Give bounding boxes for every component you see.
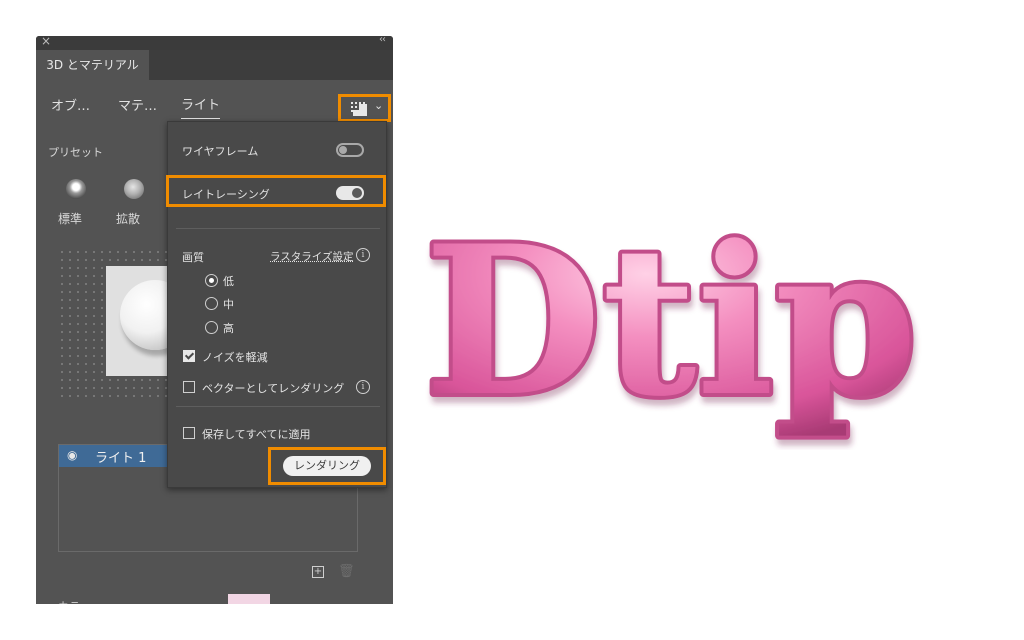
tab-lighting[interactable]: ライト [181, 94, 221, 119]
preset-diffuse-label: 拡散 [116, 212, 141, 226]
raytracing-highlight [166, 175, 386, 207]
noise-reduction-checkbox[interactable] [183, 350, 195, 362]
info-icon[interactable]: i [356, 248, 370, 262]
render-settings-button[interactable]: ⌄ [338, 94, 391, 122]
render-button[interactable]: レンダリング [283, 456, 371, 476]
tab-3d-materials[interactable]: 3D とマテリアル [36, 50, 149, 80]
preset-standard-icon[interactable] [66, 179, 86, 199]
eye-icon[interactable]: ◉ [67, 448, 77, 462]
preset-standard-label: 標準 [58, 212, 83, 226]
quality-medium-label: 中 [223, 298, 234, 311]
save-apply-all-checkbox[interactable] [183, 427, 195, 439]
save-apply-all-label: 保存してすべてに適用 [202, 428, 311, 441]
tab-materials[interactable]: マテ… [118, 94, 157, 120]
quality-high-label: 高 [223, 322, 234, 335]
tab-object[interactable]: オブ… [51, 94, 90, 120]
quality-low-radio[interactable] [205, 274, 218, 287]
render-icon [351, 102, 367, 116]
wireframe-toggle[interactable] [336, 143, 364, 157]
preset-diffuse-icon[interactable] [124, 179, 144, 199]
quality-low-label: 低 [223, 275, 234, 288]
panel-tabbar: 3D とマテリアル [36, 50, 393, 80]
chevron-down-icon: ⌄ [374, 99, 384, 112]
vector-render-checkbox[interactable] [183, 381, 195, 393]
preset-label: プリセット [48, 146, 103, 159]
render-button-highlight: レンダリング [268, 447, 386, 485]
dtip-artwork: Dtip [420, 210, 922, 446]
quality-label: 画質 [182, 251, 204, 264]
rasterize-settings-link[interactable]: ラスタライズ設定 [270, 249, 353, 264]
color-label: カラ [58, 598, 80, 604]
trash-icon[interactable]: 🗑 [338, 564, 355, 579]
light-color-swatch[interactable] [228, 594, 270, 604]
divider [176, 228, 380, 229]
info-icon[interactable]: i [356, 380, 370, 394]
3d-text-artwork: Dtip [420, 210, 1010, 450]
noise-reduction-label: ノイズを軽減 [202, 351, 268, 364]
wireframe-label: ワイヤフレーム [182, 145, 259, 158]
add-light-icon[interactable]: + [312, 566, 324, 578]
render-settings-menu: ワイヤフレーム レイトレーシング 画質 ラスタライズ設定 i 低 中 高 ノイズ… [166, 121, 387, 488]
close-icon[interactable]: × [41, 36, 51, 48]
toggle-knob [339, 146, 347, 154]
quality-high-radio[interactable] [205, 321, 218, 334]
vector-render-label: ベクターとしてレンダリング [202, 382, 345, 395]
quality-medium-radio[interactable] [205, 297, 218, 310]
collapse-icon[interactable]: ‹‹ [379, 36, 386, 45]
artwork-text: Dtip [424, 210, 918, 442]
light-preview[interactable] [106, 266, 190, 376]
panel-titlebar: × ‹‹ [36, 36, 393, 50]
light-name: ライト 1 [95, 451, 147, 466]
divider [176, 406, 380, 407]
